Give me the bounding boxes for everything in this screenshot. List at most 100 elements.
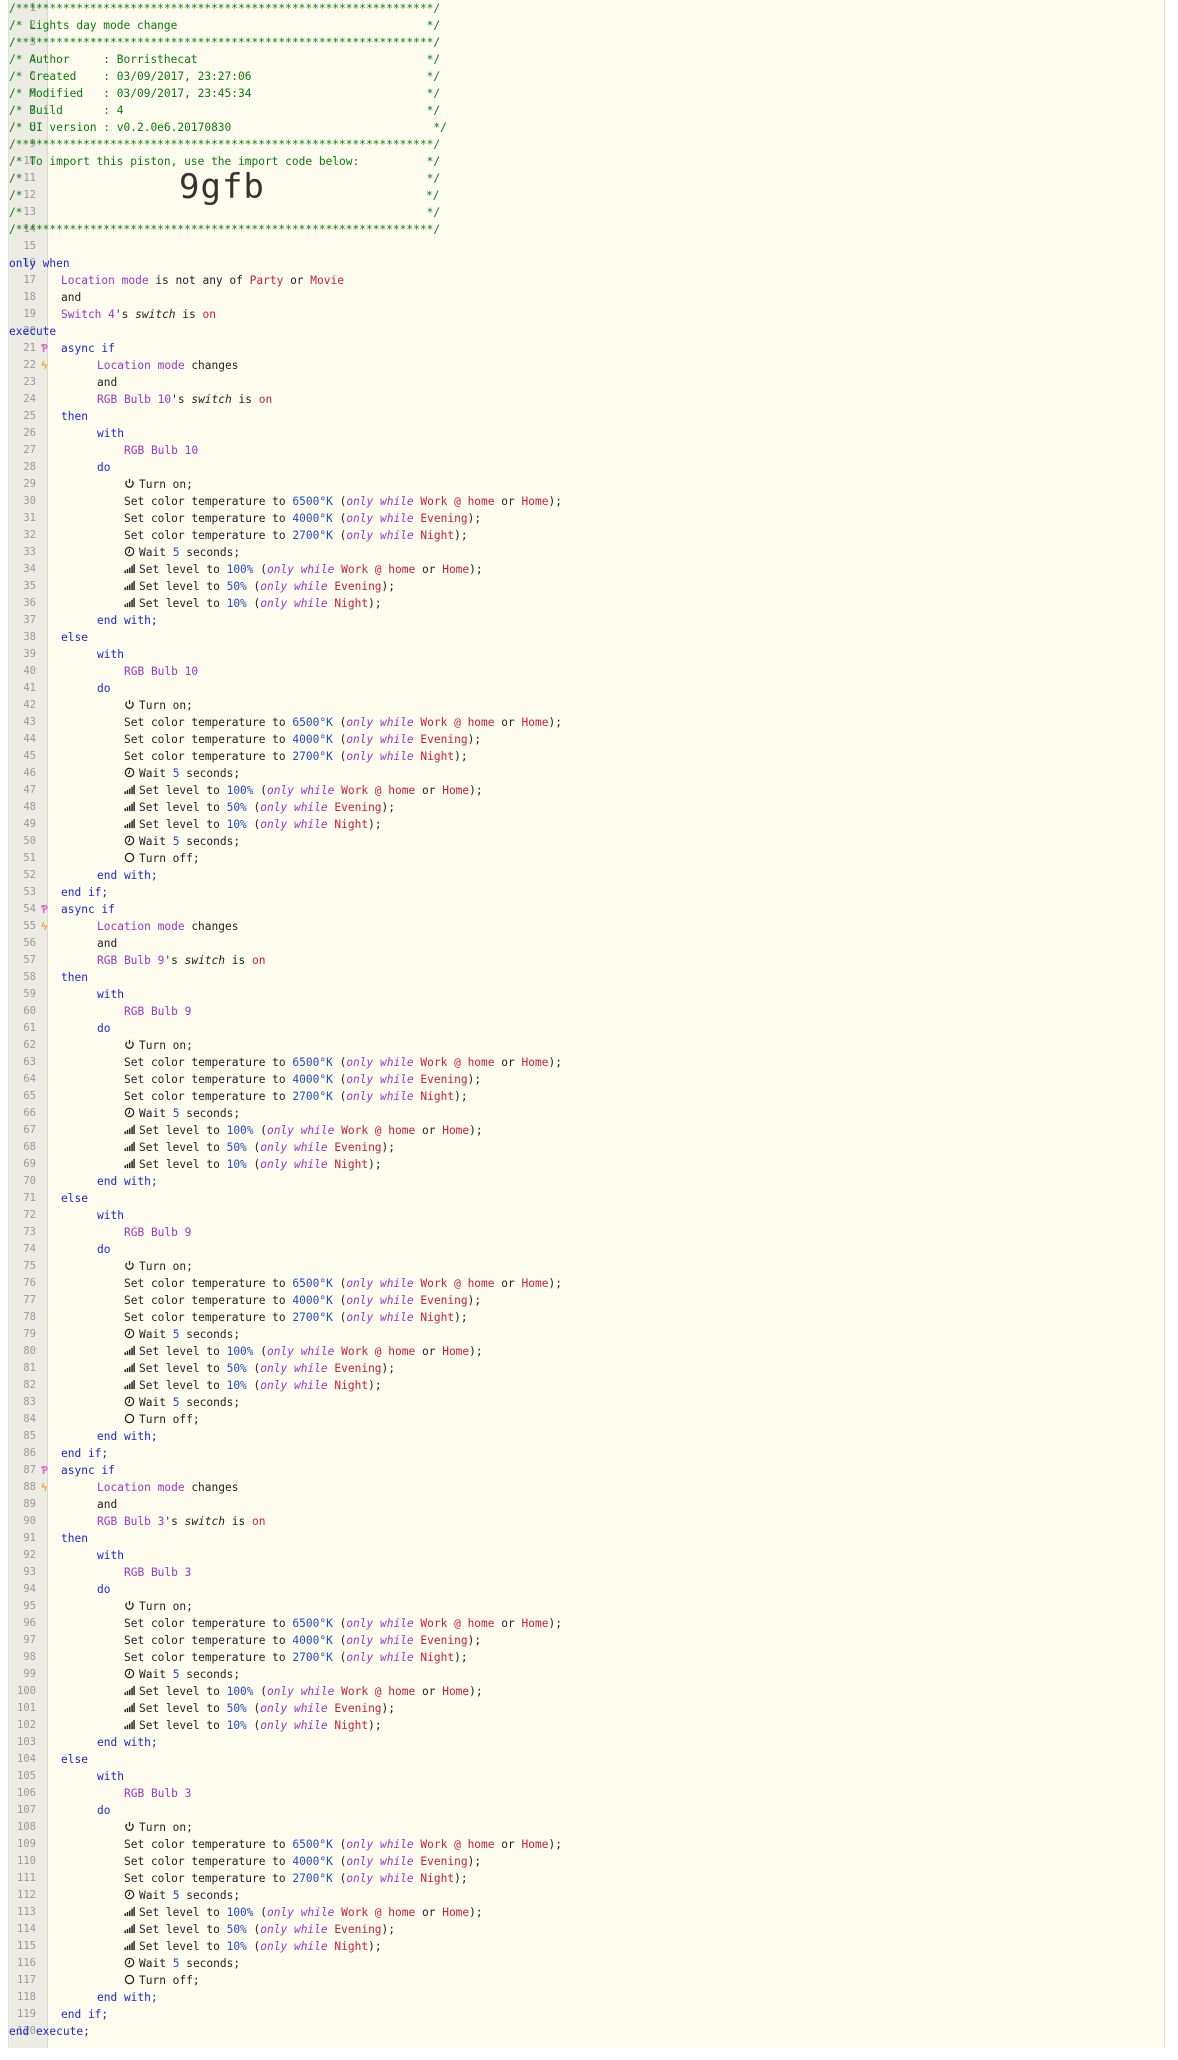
task-wait[interactable]: 46 Wait 5 seconds; [9,765,1164,782]
task-set-level[interactable]: 101 Set level to 50% (only while Evening)… [9,1700,1164,1717]
with-keyword: with [97,1209,124,1222]
line-number: 105 [17,1770,36,1782]
task-text: Set level to [139,1719,220,1732]
task-wait[interactable]: 33 Wait 5 seconds; [9,544,1164,561]
task-color-temp[interactable]: 32 Set color temperature to 2700°K (only … [9,527,1164,544]
task-set-level[interactable]: 115 Set level to 10% (only while Night); [9,1938,1164,1955]
task-wait[interactable]: 50 Wait 5 seconds; [9,833,1164,850]
statement: Set level to 100% (only while Work @ hom… [124,1904,483,1921]
statement: Set color temperature to 2700°K (only wh… [124,1651,468,1664]
task-set-level[interactable]: 100 Set level to 100% (only while Work @ … [9,1683,1164,1700]
piston-code: 1/**************************************… [9,0,1164,2040]
statement: Set color temperature to 2700°K (only wh… [124,1090,468,1103]
task-wait[interactable]: 66 Wait 5 seconds; [9,1105,1164,1122]
task-set-level[interactable]: 102 Set level to 10% (only while Night); [9,1717,1164,1734]
task-color-temp[interactable]: 45 Set color temperature to 2700°K (only … [9,748,1164,765]
task-wait[interactable]: 83 Wait 5 seconds; [9,1394,1164,1411]
task-turn-on[interactable]: 29 Turn on; [9,476,1164,493]
task-color-temp[interactable]: 78 Set color temperature to 2700°K (only … [9,1309,1164,1326]
task-turn-on[interactable]: 95 Turn on; [9,1598,1164,1615]
task-color-temp[interactable]: 63 Set color temperature to 6500°K (only … [9,1054,1164,1071]
task-text: Set level to [139,818,220,831]
task-set-level[interactable]: 68 Set level to 50% (only while Evening); [9,1139,1164,1156]
mode-value: Evening [420,512,468,525]
task-set-level[interactable]: 36 Set level to 10% (only while Night); [9,595,1164,612]
mode-value: Night [420,750,455,763]
line-number: 93 [23,1566,36,1578]
statement: Set color temperature to 2700°K (only wh… [124,750,468,763]
async-if-line[interactable]: 87 Ƥasync if [9,1462,1164,1479]
line-number: 35 [23,580,36,592]
task-turn-on[interactable]: 42 Turn on; [9,697,1164,714]
task-color-temp[interactable]: 30 Set color temperature to 6500°K (only … [9,493,1164,510]
task-wait[interactable]: 112 Wait 5 seconds; [9,1887,1164,1904]
signal-level-icon [124,580,135,591]
task-set-level[interactable]: 82 Set level to 10% (only while Night); [9,1377,1164,1394]
task-text: Set color temperature to [124,1838,286,1851]
mode-value: Home [521,1277,549,1290]
task-color-temp[interactable]: 31 Set color temperature to 4000°K (only … [9,510,1164,527]
task-set-level[interactable]: 48 Set level to 50% (only while Evening); [9,799,1164,816]
task-turn-off[interactable]: 117 Turn off; [9,1972,1164,1989]
task-color-temp[interactable]: 110 Set color temperature to 4000°K (only… [9,1853,1164,1870]
statement: and [61,289,81,306]
statement: RGB Bulb 10's switch is on [97,391,272,408]
task-wait[interactable]: 79 Wait 5 seconds; [9,1326,1164,1343]
task-set-level[interactable]: 80 Set level to 100% (only while Work @ h… [9,1343,1164,1360]
task-set-level[interactable]: 81 Set level to 50% (only while Evening); [9,1360,1164,1377]
line-number: 113 [17,1906,36,1918]
async-if-line[interactable]: 21 Ƥasync if [9,340,1164,357]
statement: with [97,646,124,663]
task-color-temp[interactable]: 111 Set color temperature to 2700°K (only… [9,1870,1164,1887]
task-turn-on[interactable]: 62 Turn on; [9,1037,1164,1054]
task-set-level[interactable]: 69 Set level to 10% (only while Night); [9,1156,1164,1173]
task-set-level[interactable]: 34 Set level to 100% (only while Work @ h… [9,561,1164,578]
line-number: 75 [23,1260,36,1272]
only-while: only while [267,1906,335,1919]
task-color-temp[interactable]: 98 Set color temperature to 2700°K (only … [9,1649,1164,1666]
task-color-temp[interactable]: 97 Set color temperature to 4000°K (only … [9,1632,1164,1649]
task-turn-on[interactable]: 75 Turn on; [9,1258,1164,1275]
code-line: 89 and [9,1496,1164,1513]
task-color-temp[interactable]: 76 Set color temperature to 6500°K (only … [9,1275,1164,1292]
task-text: Turn on; [139,699,193,712]
task-color-temp[interactable]: 96 Set color temperature to 6500°K (only … [9,1615,1164,1632]
task-set-level[interactable]: 113 Set level to 100% (only while Work @ … [9,1904,1164,1921]
code-line: 41 do [9,680,1164,697]
task-text: Set level to [139,784,220,797]
task-set-level[interactable]: 114 Set level to 50% (only while Evening)… [9,1921,1164,1938]
task-color-temp[interactable]: 65 Set color temperature to 2700°K (only … [9,1088,1164,1105]
task-wait[interactable]: 116 Wait 5 seconds; [9,1955,1164,1972]
code-line: 118 end with; [9,1989,1164,2006]
async-if-line[interactable]: 54 Ƥasync if [9,901,1164,918]
mode-value: Evening [334,1362,382,1375]
task-color-temp[interactable]: 64 Set color temperature to 4000°K (only … [9,1071,1164,1088]
task-color-temp[interactable]: 77 Set color temperature to 4000°K (only … [9,1292,1164,1309]
task-turn-off[interactable]: 51 Turn off; [9,850,1164,867]
task-set-level[interactable]: 47 Set level to 100% (only while Work @ h… [9,782,1164,799]
only-while: only while [346,1277,414,1290]
task-turn-on[interactable]: 108 Turn on; [9,1819,1164,1836]
import-code[interactable]: 9gfb [179,170,265,204]
statement: Set color temperature to 6500°K (only wh… [124,1056,562,1069]
task-turn-off[interactable]: 84 Turn off; [9,1411,1164,1428]
mode-value: Work @ home [420,1056,495,1069]
task-wait[interactable]: 99 Wait 5 seconds; [9,1666,1164,1683]
task-text: Set color temperature to [124,1056,286,1069]
line-number: 87 [23,1464,36,1476]
statement: Set level to 10% (only while Night); [124,1377,382,1394]
task-color-temp[interactable]: 109 Set color temperature to 6500°K (only… [9,1836,1164,1853]
task-set-level[interactable]: 67 Set level to 100% (only while Work @ h… [9,1122,1164,1139]
task-set-level[interactable]: 35 Set level to 50% (only while Evening); [9,578,1164,595]
clock-icon [124,1107,135,1118]
task-set-level[interactable]: 49 Set level to 10% (only while Night); [9,816,1164,833]
statement: end execute; [9,2023,90,2040]
task-color-temp[interactable]: 44 Set color temperature to 4000°K (only … [9,731,1164,748]
mode-value: Home [521,1838,549,1851]
task-text: Set color temperature to [124,1651,286,1664]
statement: do [97,1581,110,1598]
task-text: seconds; [186,1328,241,1341]
statement: Set level to 50% (only while Evening); [124,1139,395,1156]
task-color-temp[interactable]: 43 Set color temperature to 6500°K (only … [9,714,1164,731]
level-value: 50% [226,1923,247,1936]
